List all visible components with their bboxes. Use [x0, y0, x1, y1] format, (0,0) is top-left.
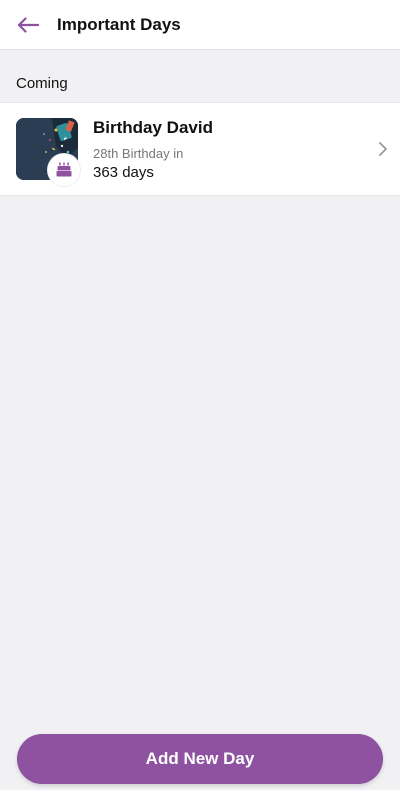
section-label-coming: Coming [16, 75, 68, 92]
item-title: Birthday David [93, 117, 213, 137]
item-text: Birthday David 28th Birthday in 363 days [93, 118, 213, 181]
important-day-item[interactable]: Birthday David 28th Birthday in 363 days [0, 102, 400, 196]
chevron-right-icon [376, 140, 390, 158]
arrow-left-icon [17, 16, 39, 33]
back-button[interactable] [4, 0, 52, 50]
birthday-cake-icon [56, 162, 72, 177]
top-app-bar: Important Days [0, 0, 400, 50]
item-subtitle: 28th Birthday in [93, 145, 184, 161]
item-thumbnail-wrap [16, 118, 80, 186]
item-days: 363 days [93, 163, 154, 181]
page-title: Important Days [57, 14, 181, 34]
app-screen: Important Days Coming Birthday David 28t… [0, 0, 400, 790]
birthday-badge [48, 154, 80, 186]
add-new-day-button[interactable]: Add New Day [17, 734, 383, 784]
